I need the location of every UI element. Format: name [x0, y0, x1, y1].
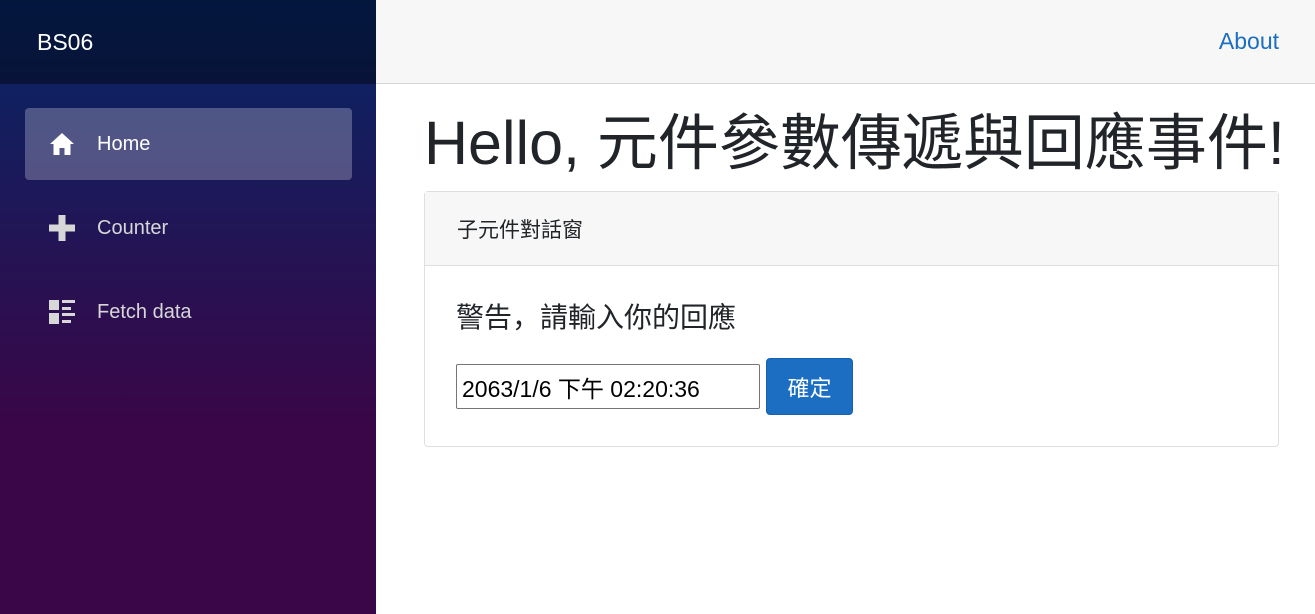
app-shell: BS06 Home Counter Fetch data About Hello…: [0, 0, 1315, 614]
sidebar-item-label: Home: [97, 132, 151, 155]
sidebar-item-fetch-data[interactable]: Fetch data: [25, 276, 352, 348]
plus-icon: [48, 214, 76, 242]
brand-link[interactable]: BS06: [37, 29, 93, 56]
card-body: 警告，請輸入你的回應 確定: [425, 266, 1278, 446]
sidebar-item-label: Counter: [97, 216, 169, 239]
sidebar-item-home[interactable]: Home: [25, 108, 352, 180]
sidebar-item-label: Fetch data: [97, 300, 192, 323]
sidebar-item-counter[interactable]: Counter: [25, 192, 352, 264]
content: Hello, 元件參數傳遞與回應事件! 子元件對話窗 警告，請輸入你的回應 確定: [376, 84, 1315, 448]
about-link[interactable]: About: [1219, 28, 1279, 55]
brand-bar: BS06: [0, 0, 376, 84]
list-rich-icon: [48, 298, 76, 326]
main-area: About Hello, 元件參數傳遞與回應事件! 子元件對話窗 警告，請輸入你…: [376, 0, 1315, 614]
sidebar-nav: Home Counter Fetch data: [0, 84, 376, 348]
page-title: Hello, 元件參數傳遞與回應事件!: [424, 109, 1285, 177]
card-message: 警告，請輸入你的回應: [456, 302, 737, 334]
sidebar: BS06 Home Counter Fetch data: [0, 0, 376, 614]
home-icon: [48, 130, 76, 158]
card-header: 子元件對話窗: [425, 192, 1278, 267]
dialog-card: 子元件對話窗 警告，請輸入你的回應 確定: [424, 191, 1279, 448]
top-row: About: [376, 0, 1315, 84]
confirm-button[interactable]: 確定: [766, 358, 853, 416]
input-row: 確定: [456, 358, 1247, 416]
response-input[interactable]: [456, 364, 760, 410]
